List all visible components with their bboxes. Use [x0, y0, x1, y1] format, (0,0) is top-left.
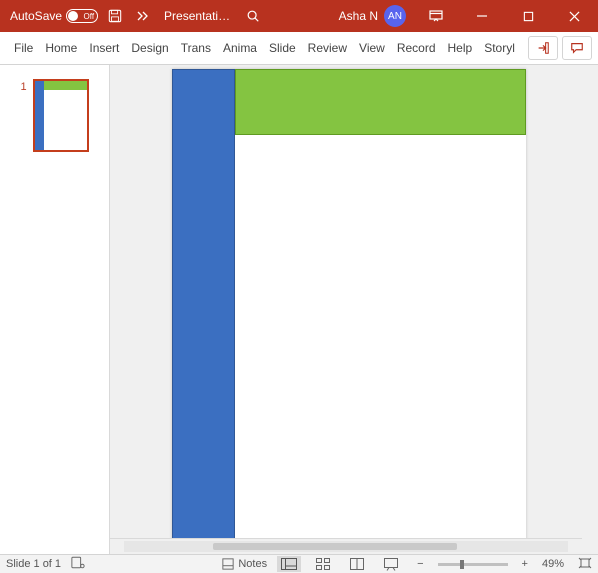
- fit-window-icon: [578, 557, 592, 569]
- minimize-button[interactable]: [462, 0, 502, 32]
- tab-slideshow[interactable]: Slide: [263, 32, 302, 65]
- notes-button[interactable]: Notes: [222, 558, 267, 570]
- tab-view[interactable]: View: [353, 32, 391, 65]
- search-button[interactable]: [242, 5, 264, 27]
- tab-review[interactable]: Review: [302, 32, 353, 65]
- zoom-out-button[interactable]: −: [413, 558, 427, 570]
- slide-canvas-area[interactable]: [110, 65, 598, 554]
- toggle-state: Off: [84, 12, 95, 21]
- slideshow-icon: [384, 558, 398, 571]
- slide[interactable]: [172, 69, 526, 542]
- fit-to-window-button[interactable]: [578, 557, 592, 572]
- thumb-shape-blue: [35, 81, 44, 150]
- close-button[interactable]: [554, 0, 594, 32]
- thumb-shape-green: [44, 81, 87, 90]
- normal-view-button[interactable]: [277, 556, 301, 572]
- autosave-label: AutoSave: [10, 9, 62, 23]
- scrollbar-track: [124, 541, 568, 552]
- tab-design[interactable]: Design: [125, 32, 174, 65]
- titlebar: AutoSave Off Presentati… Asha N AN: [0, 0, 598, 32]
- thumbnail-number: 1: [20, 81, 26, 93]
- comments-button[interactable]: [562, 36, 592, 60]
- slideshow-button[interactable]: [379, 556, 403, 572]
- slide-indicator[interactable]: Slide 1 of 1: [6, 558, 61, 570]
- search-icon: [246, 9, 260, 23]
- share-button[interactable]: [528, 36, 558, 60]
- ribbon-display-icon: [429, 10, 443, 22]
- comment-icon: [570, 41, 584, 55]
- accessibility-button[interactable]: [71, 556, 85, 572]
- slide-sorter-button[interactable]: [311, 556, 335, 572]
- reading-view-button[interactable]: [345, 556, 369, 572]
- maximize-icon: [523, 11, 534, 22]
- tab-help[interactable]: Help: [442, 32, 479, 65]
- reading-view-icon: [350, 558, 364, 570]
- accessibility-icon: [71, 556, 85, 569]
- workspace: 1: [0, 65, 598, 554]
- zoom-value[interactable]: 49%: [542, 558, 564, 570]
- tab-storyline[interactable]: Storyl: [478, 32, 521, 65]
- save-button[interactable]: [104, 5, 126, 27]
- save-icon: [108, 9, 122, 23]
- autosave-toggle[interactable]: AutoSave Off: [10, 9, 98, 23]
- green-rectangle-shape[interactable]: [235, 69, 526, 135]
- tab-animations[interactable]: Anima: [217, 32, 263, 65]
- zoom-slider-knob[interactable]: [460, 560, 464, 569]
- qat-overflow-button[interactable]: [132, 5, 154, 27]
- toggle-knob: [68, 11, 78, 21]
- normal-view-icon: [281, 558, 297, 570]
- ribbon-display-options-button[interactable]: [416, 0, 456, 32]
- zoom-in-button[interactable]: +: [518, 558, 532, 570]
- tab-transitions[interactable]: Trans: [175, 32, 217, 65]
- close-icon: [569, 11, 580, 22]
- ribbon-tabs: File Home Insert Design Trans Anima Slid…: [0, 32, 598, 65]
- chevron-right-double-icon: [137, 11, 149, 21]
- statusbar: Slide 1 of 1 Notes − + 49%: [0, 554, 598, 573]
- account-button[interactable]: Asha N AN: [339, 5, 406, 27]
- slide-thumbnail-1[interactable]: [33, 79, 89, 152]
- user-name: Asha N: [339, 9, 378, 23]
- share-icon: [536, 41, 550, 55]
- slide-sorter-icon: [316, 558, 330, 570]
- tab-recording[interactable]: Record: [391, 32, 442, 65]
- avatar: AN: [384, 5, 406, 27]
- notes-icon: [222, 558, 234, 570]
- document-title: Presentati…: [164, 9, 230, 23]
- horizontal-scrollbar[interactable]: [110, 538, 582, 554]
- tab-home[interactable]: Home: [39, 32, 83, 65]
- tab-insert[interactable]: Insert: [83, 32, 125, 65]
- minimize-icon: [476, 10, 488, 22]
- scrollbar-thumb[interactable]: [213, 543, 457, 550]
- zoom-slider[interactable]: [438, 563, 508, 566]
- notes-label: Notes: [238, 558, 267, 570]
- thumbnail-panel[interactable]: 1: [0, 65, 110, 554]
- blue-rectangle-shape[interactable]: [172, 69, 235, 542]
- maximize-button[interactable]: [508, 0, 548, 32]
- tab-file[interactable]: File: [8, 32, 39, 65]
- toggle-track: Off: [66, 9, 98, 23]
